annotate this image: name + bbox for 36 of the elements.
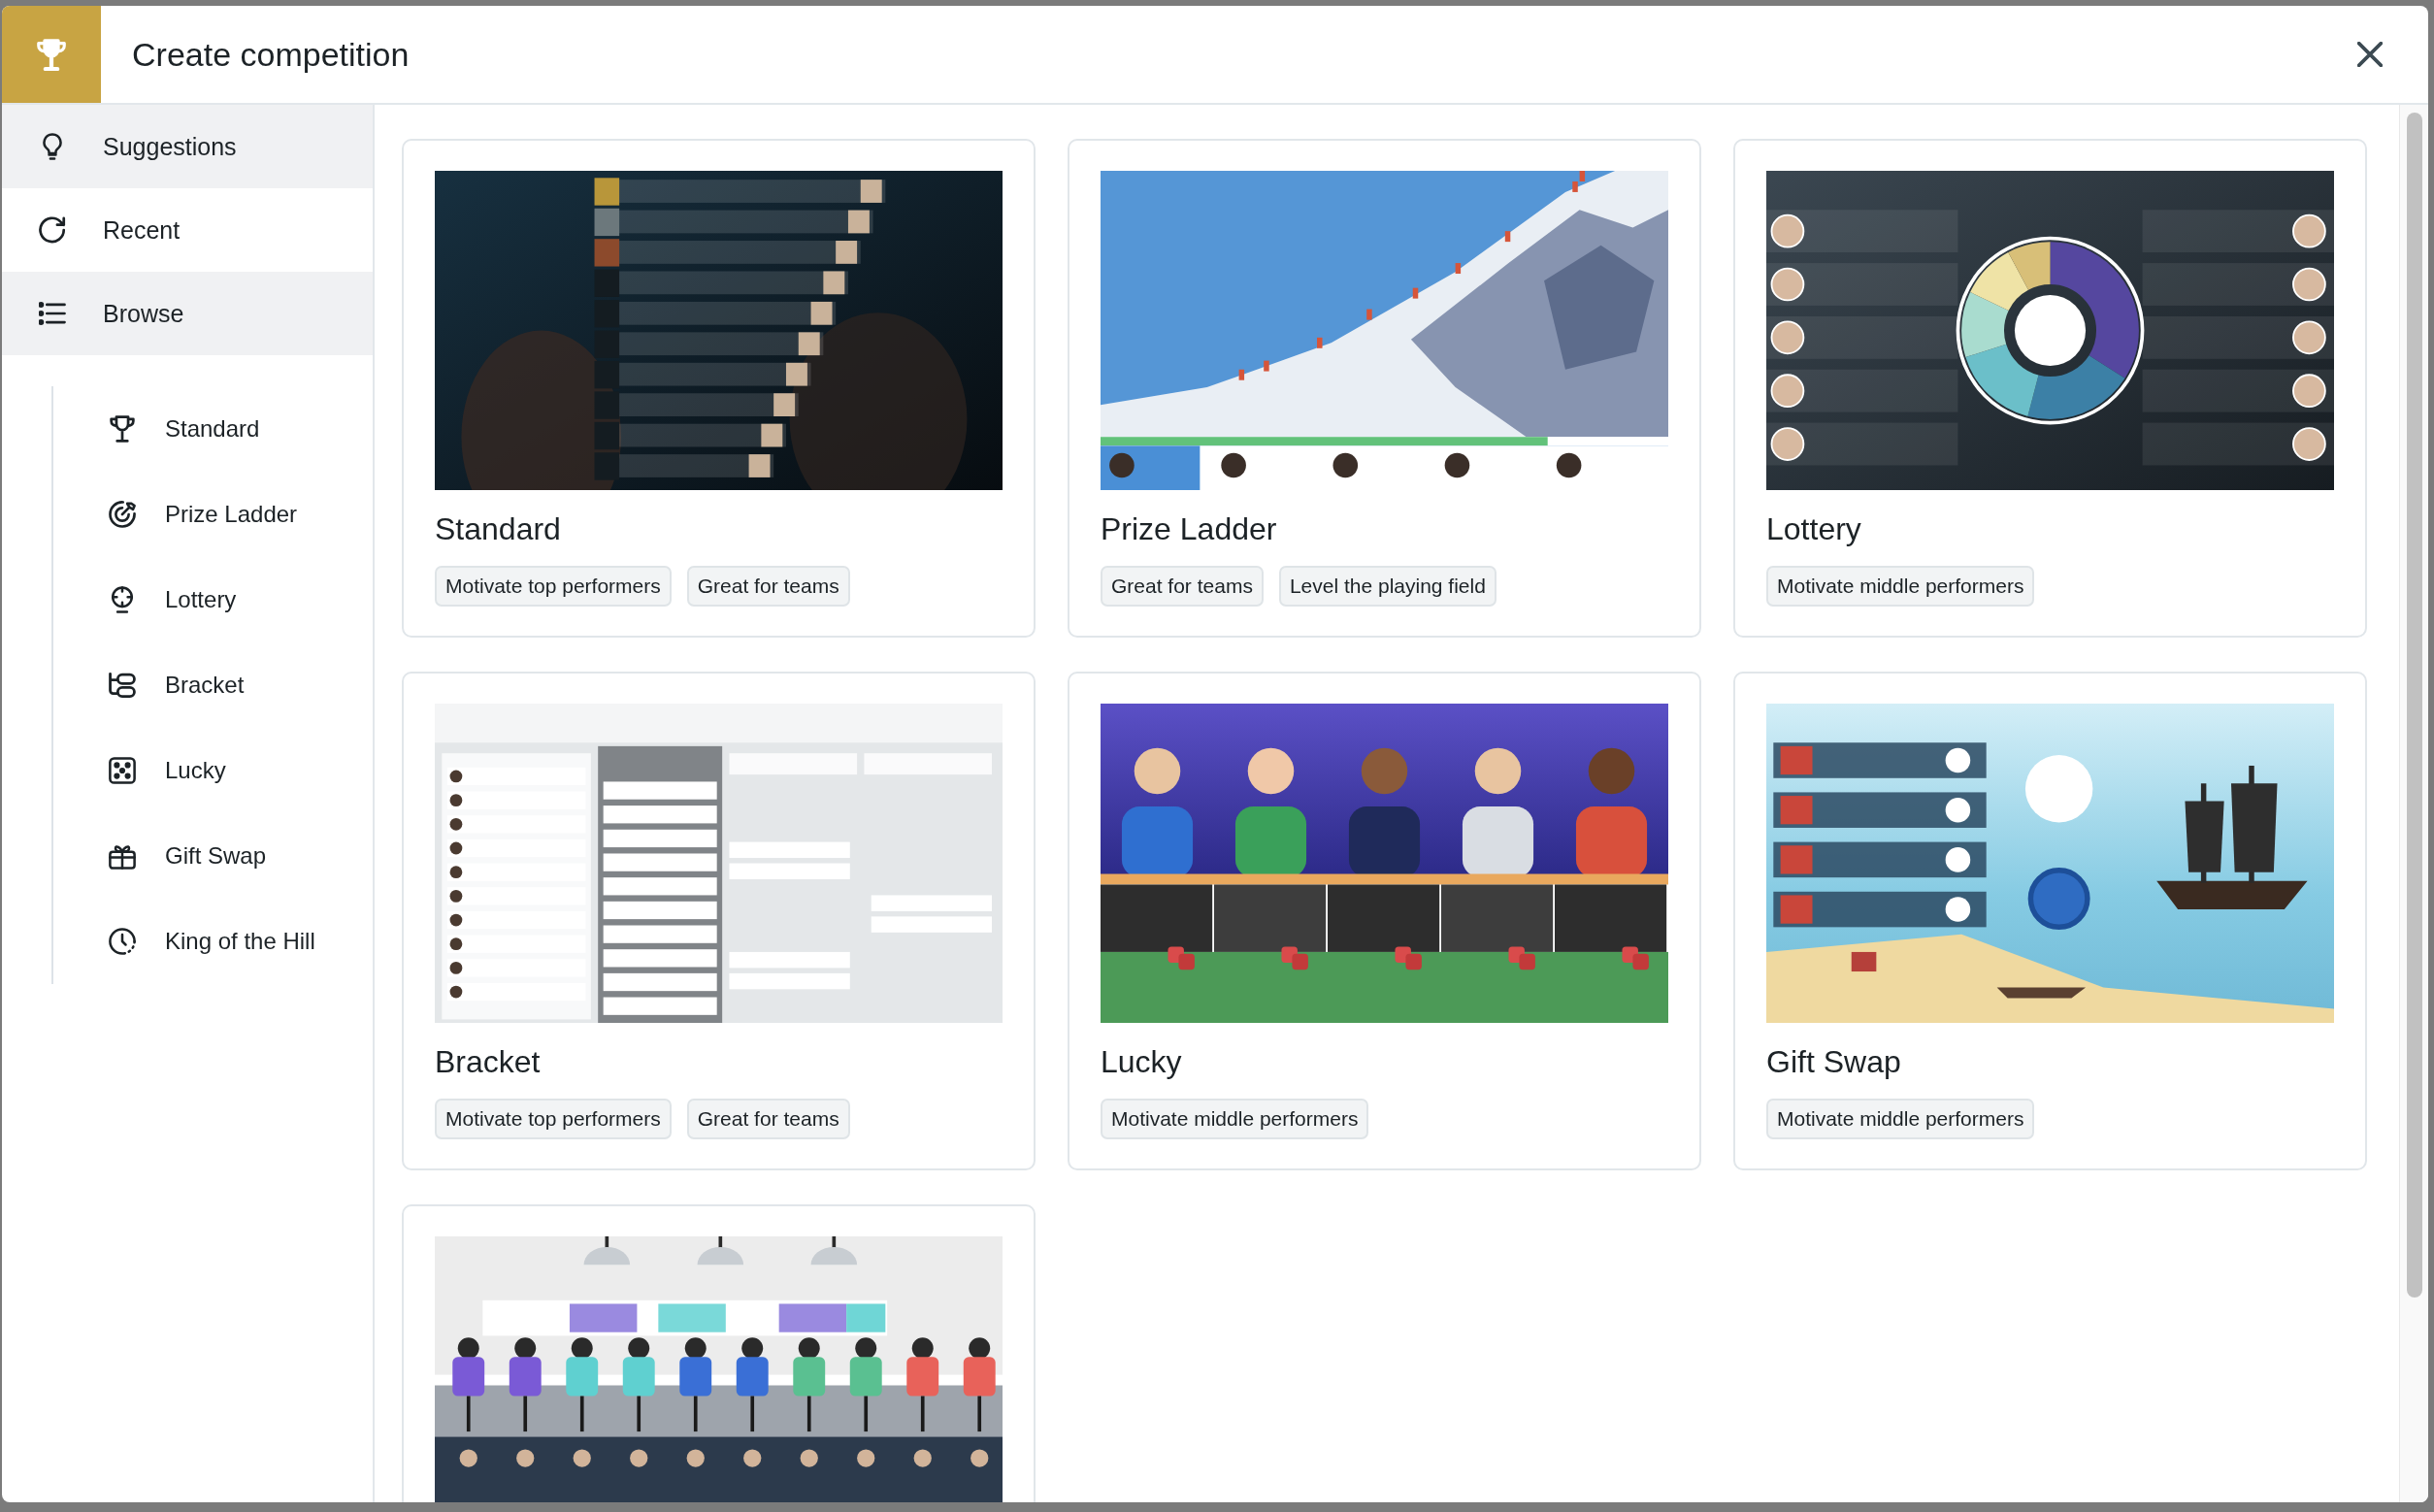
card-title: Prize Ladder [1101,510,1278,549]
competition-card[interactable] [402,1204,1036,1502]
target-dart-icon [109,501,136,528]
tag: Motivate top performers [435,1099,672,1140]
tag: Motivate middle performers [1766,566,2035,608]
scrollbar-thumb[interactable] [2407,113,2422,1298]
tag: Motivate top performers [435,566,672,608]
ball-stand-icon [109,586,136,613]
competition-card[interactable]: Prize Ladder Great for teams Level the playing field [1068,139,1701,639]
competition-card[interactable]: Gift Swap Motivate middle performers [1733,672,2367,1171]
competition-card[interactable]: Lottery Motivate middle performers [1733,139,2367,639]
tag: Great for teams [686,1099,850,1140]
list-icon [39,300,66,327]
bracket-icon [109,672,136,699]
competition-card[interactable]: Standard Motivate top performers Great for teams [402,139,1036,639]
card-title: Lucky [1101,1043,1183,1082]
gift-icon [109,842,136,870]
competition-card[interactable]: Lucky Motivate middle performers [1068,672,1701,1171]
refresh-icon [39,216,66,244]
card-title: Lottery [1766,510,1862,549]
nav-item[interactable]: Suggestions [2,105,373,188]
dialog-title: Create competition [132,35,411,75]
card-title: Bracket [435,1043,542,1082]
tag: Motivate middle performers [1101,1099,1369,1140]
close-icon [2357,42,2383,67]
nav-item[interactable]: Browse [2,272,373,355]
trophy-icon [109,415,136,443]
tag: Level the playing field [1278,566,1497,608]
card-title: Standard [435,510,562,549]
dice-icon [109,757,136,784]
competition-card[interactable]: Bracket Motivate top performers Great for teams [402,672,1036,1171]
clock-icon [109,928,136,955]
tag: Great for teams [1101,566,1264,608]
card-title: Gift Swap [1766,1043,1902,1082]
tag: Great for teams [686,566,850,608]
tag: Motivate middle performers [1766,1099,2035,1140]
